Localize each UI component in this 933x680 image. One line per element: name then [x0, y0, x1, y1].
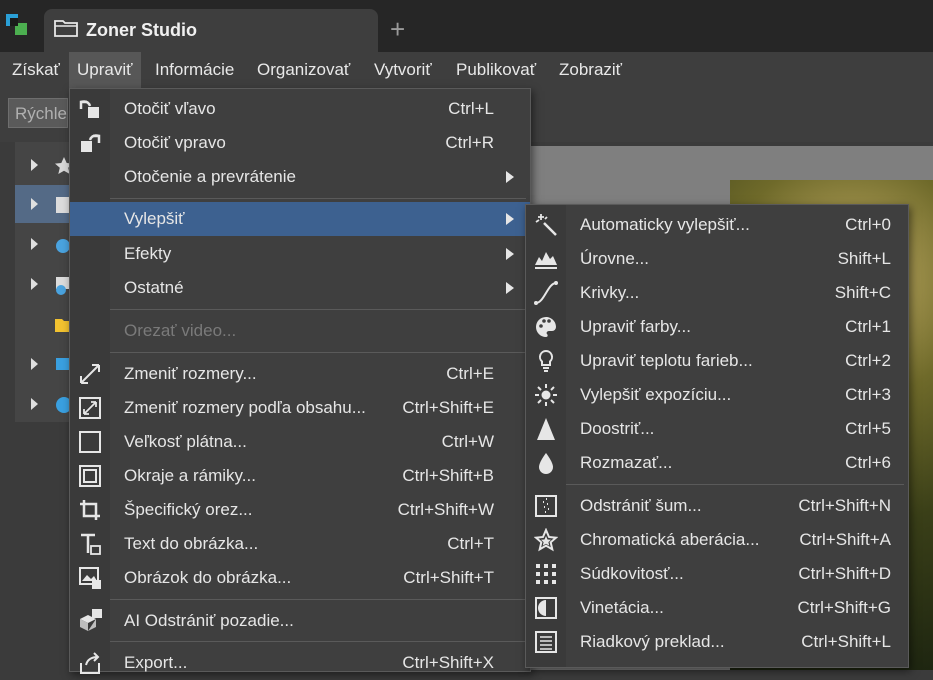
quick-button[interactable]: Rýchle — [8, 98, 68, 128]
crop-icon — [80, 500, 100, 520]
new-tab-button[interactable]: + — [390, 14, 405, 44]
menu-item-vignette[interactable]: Vinetácia... Ctrl+Shift+G — [526, 591, 908, 625]
text-icon — [81, 533, 101, 555]
submenu-arrow-icon — [506, 248, 514, 260]
nav-item-catalog[interactable] — [15, 185, 75, 223]
menu-item-specific-crop[interactable]: Špecifický orez... Ctrl+Shift+W — [70, 493, 530, 527]
expand-arrow-icon[interactable] — [31, 159, 38, 171]
expand-arrow-icon[interactable] — [31, 398, 38, 410]
menu-item-line-translate[interactable]: Riadkový preklad... Ctrl+Shift+L — [526, 625, 908, 659]
submenu-arrow-icon — [506, 171, 514, 183]
menu-item-other[interactable]: Ostatné — [70, 271, 530, 305]
noise-icon — [535, 495, 557, 517]
menu-item-crop-video: Orezať video... — [124, 321, 237, 340]
menu-item-canvas-size[interactable]: Veľkosť plátna... Ctrl+W — [70, 425, 530, 459]
export-icon — [80, 652, 100, 674]
menu-item-resize[interactable]: Zmeniť rozmery... Ctrl+E — [70, 357, 530, 391]
vignette-icon — [535, 597, 557, 619]
submenu-arrow-icon — [506, 213, 514, 225]
blur-drop-icon — [539, 453, 553, 474]
menu-item-effects[interactable]: Efekty — [70, 237, 530, 271]
nav-item-web[interactable] — [15, 385, 75, 423]
content-aware-resize-icon — [79, 397, 101, 419]
menu-item-rotate-right[interactable]: Otočiť vpravo Ctrl+R — [70, 126, 530, 160]
palette-icon — [536, 317, 556, 337]
menu-information[interactable]: Informácie — [147, 52, 242, 88]
menu-item-enhance-exposure[interactable]: Vylepšiť expozíciu... Ctrl+3 — [526, 378, 908, 412]
levels-icon — [535, 252, 557, 269]
sharpen-icon — [537, 418, 555, 440]
menu-item-color-temperature[interactable]: Upraviť teplotu farieb... Ctrl+2 — [526, 344, 908, 378]
menu-item-content-aware-resize[interactable]: Zmeniť rozmery podľa obsahu... Ctrl+Shif… — [70, 391, 530, 425]
nav-item-favorites[interactable] — [15, 146, 75, 184]
menu-create[interactable]: Vytvoriť — [366, 52, 440, 88]
menu-item-barrel-distortion[interactable]: Súdkovitosť... Ctrl+Shift+D — [526, 557, 908, 591]
menu-publish[interactable]: Publikovať — [448, 52, 544, 88]
nav-item-cloud[interactable] — [15, 225, 75, 263]
ai-remove-background-icon — [80, 609, 102, 631]
nav-item-computer[interactable] — [15, 345, 75, 383]
menu-organize[interactable]: Organizovať — [249, 52, 358, 88]
expand-arrow-icon[interactable] — [31, 238, 38, 250]
menu-item-remove-noise[interactable]: Odstrániť šum... Ctrl+Shift+N — [526, 489, 908, 523]
chromatic-aberration-icon — [534, 528, 558, 552]
menu-item-chromatic-aberration[interactable]: Chromatická aberácia... Ctrl+Shift+A — [526, 523, 908, 557]
expand-arrow-icon[interactable] — [31, 198, 38, 210]
curves-icon — [534, 281, 558, 305]
menu-view[interactable]: Zobraziť — [551, 52, 630, 88]
picture-in-picture-icon — [79, 567, 101, 589]
rotate-right-icon — [81, 134, 101, 152]
menu-edit[interactable]: Upraviť — [69, 52, 141, 88]
borders-icon — [79, 465, 101, 487]
nav-item-folder[interactable] — [15, 305, 75, 343]
menu-item-borders[interactable]: Okraje a rámiky... Ctrl+Shift+B — [70, 459, 530, 493]
menu-item-export[interactable]: Export... Ctrl+Shift+X — [70, 646, 530, 680]
menu-get[interactable]: Získať — [4, 52, 68, 88]
menu-item-curves[interactable]: Krivky... Shift+C — [526, 276, 908, 310]
canvas-size-icon — [79, 431, 101, 453]
folder-icon — [54, 20, 78, 37]
resize-icon — [80, 364, 100, 384]
submenu-arrow-icon — [506, 282, 514, 294]
menu-item-rotate-flip[interactable]: Otočenie a prevrátenie — [70, 160, 530, 194]
menu-item-auto-enhance[interactable]: Automaticky vylepšiť... Ctrl+0 — [526, 208, 908, 242]
menu-item-ai-remove-background[interactable]: AI Odstrániť pozadie... — [70, 604, 530, 638]
title-bar: Zoner Studio + — [0, 0, 933, 52]
enhance-submenu: Automaticky vylepšiť... Ctrl+0 Úrovne...… — [525, 204, 909, 668]
rotate-left-icon — [79, 100, 99, 118]
bulb-icon — [538, 349, 554, 372]
app-logo — [6, 14, 32, 40]
magic-wand-icon — [535, 214, 557, 236]
menu-item-rotate-left[interactable]: Otočiť vľavo Ctrl+L — [70, 92, 530, 126]
barrel-distortion-icon — [536, 564, 556, 584]
menu-item-blur[interactable]: Rozmazať... Ctrl+6 — [526, 446, 908, 480]
app-tab-title: Zoner Studio — [86, 20, 197, 40]
menu-item-levels[interactable]: Úrovne... Shift+L — [526, 242, 908, 276]
expand-arrow-icon[interactable] — [31, 278, 38, 290]
sun-icon — [535, 384, 557, 406]
edit-menu: Otočiť vľavo Ctrl+L Otočiť vpravo Ctrl+R… — [69, 88, 531, 674]
menu-item-adjust-colors[interactable]: Upraviť farby... Ctrl+1 — [526, 310, 908, 344]
app-tab[interactable]: Zoner Studio — [44, 9, 378, 52]
nav-item-network[interactable] — [15, 265, 75, 303]
menu-bar: Získať Upraviť Informácie Organizovať Vy… — [0, 52, 933, 88]
menu-item-enhance[interactable]: Vylepšiť — [70, 202, 530, 236]
menu-item-picture-in-picture[interactable]: Obrázok do obrázka... Ctrl+Shift+T — [70, 561, 530, 595]
expand-arrow-icon[interactable] — [31, 358, 38, 370]
menu-item-sharpen[interactable]: Doostriť... Ctrl+5 — [526, 412, 908, 446]
line-translate-icon — [535, 631, 557, 653]
menu-item-text-to-image[interactable]: Text do obrázka... Ctrl+T — [70, 527, 530, 561]
